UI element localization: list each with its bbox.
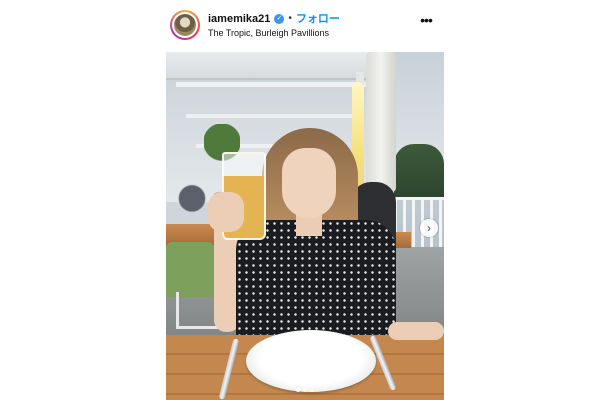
- avatar-border: [172, 12, 198, 38]
- photo-chair: [166, 242, 214, 297]
- photo-beam: [186, 114, 356, 118]
- photo-woman-hand: [208, 192, 244, 232]
- photo-woman-arm: [388, 322, 444, 340]
- follow-button[interactable]: フォロー: [296, 12, 340, 26]
- chevron-right-icon[interactable]: ›: [420, 219, 438, 237]
- username-row: iamemika21 ✓ • フォロー: [208, 12, 340, 26]
- instagram-post-card: iamemika21 ✓ • フォロー The Tropic, Burleigh…: [160, 0, 450, 400]
- carousel-pager: [166, 388, 444, 396]
- verified-badge-icon: ✓: [274, 14, 285, 24]
- photo-trees: [394, 144, 444, 200]
- carousel-pager-dot: [303, 388, 307, 392]
- carousel-pager-dot: [310, 388, 314, 392]
- photo-plate: [246, 330, 376, 392]
- photo-woman-face: [282, 148, 336, 218]
- photo-beam: [176, 82, 366, 87]
- photo-canopy: [166, 52, 371, 80]
- photo-umbrella: [366, 52, 396, 192]
- avatar[interactable]: [170, 10, 200, 40]
- separator-dot: •: [288, 13, 292, 24]
- avatar-image: [174, 14, 196, 36]
- post-header: iamemika21 ✓ • フォロー The Tropic, Burleigh…: [160, 0, 450, 50]
- location-link[interactable]: The Tropic, Burleigh Pavillions: [208, 27, 329, 39]
- more-options-icon[interactable]: •••: [418, 13, 434, 27]
- username-link[interactable]: iamemika21: [208, 12, 270, 26]
- post-photo[interactable]: ›: [166, 52, 444, 400]
- carousel-pager-dot: [296, 388, 300, 392]
